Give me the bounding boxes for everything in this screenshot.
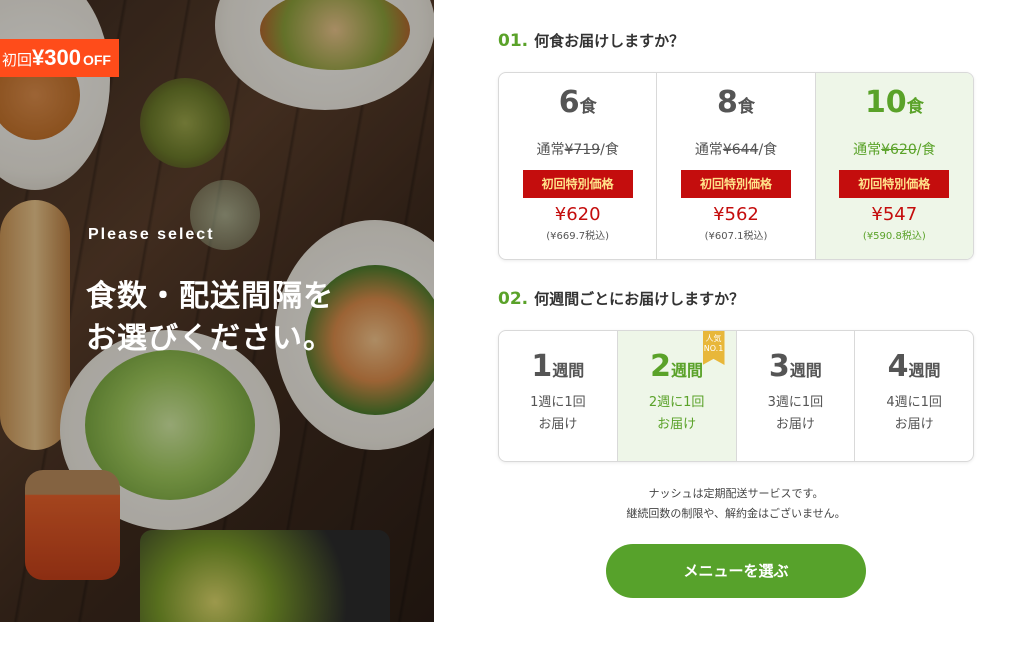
meal-count-number: 10 <box>864 85 907 120</box>
interval-option-4[interactable]: 4週間 4週に1回お届け <box>855 331 973 461</box>
week-count: 4週間 <box>855 349 973 384</box>
meal-option-10[interactable]: 10食 通常¥620/食 初回特別価格 ¥547 (¥590.8税込) <box>815 73 973 259</box>
week-description: 3週に1回お届け <box>737 392 855 436</box>
meal-price: ¥562 <box>713 204 759 225</box>
special-price-tag: 初回特別価格 <box>522 170 633 198</box>
normal-suffix: /食 <box>758 142 778 158</box>
meal-tax-price: (¥669.7税込) <box>546 231 610 242</box>
interval-option-1[interactable]: 1週間 1週に1回お届け <box>499 331 618 461</box>
choose-menu-button[interactable]: メニューを選ぶ <box>606 544 866 598</box>
subscription-note-line2: 継続回数の制限や、解約金はございません。 <box>626 507 846 520</box>
special-price-tag: 初回特別価格 <box>839 170 950 198</box>
normal-price: ¥620 <box>881 142 917 158</box>
hero-headline: 食数・配送間隔を お選びください。 <box>86 276 334 360</box>
badge-amount: ¥300 <box>32 45 81 70</box>
interval-option-3[interactable]: 3週間 3週に1回お届け <box>737 331 856 461</box>
week-count-unit: 週間 <box>552 361 585 380</box>
meal-price: ¥620 <box>554 204 601 225</box>
meal-option-6[interactable]: 6食 通常¥719/食 初回特別価格 ¥620 (¥669.7税込) <box>499 73 658 259</box>
step1-question: 何食お届けしますか？ <box>534 32 685 50</box>
normal-price-line: 通常¥620/食 <box>816 139 973 159</box>
meal-tax-price: (¥590.8税込) <box>862 231 926 242</box>
hero-photo-panel: 初回 ¥300 OFF Please select 食数・配送間隔を お選びくだ… <box>0 0 434 622</box>
normal-price: ¥719 <box>564 142 601 158</box>
special-price-tag: 初回特別価格 <box>680 170 791 198</box>
week-count-number: 3 <box>768 349 790 384</box>
week-desc-line1: 4週に1回 <box>886 395 942 410</box>
normal-prefix: 通常 <box>536 142 565 158</box>
meal-tax-price: (¥607.1税込) <box>704 231 768 242</box>
hero-headline-line1: 食数・配送間隔を <box>86 279 334 314</box>
meal-price: ¥547 <box>871 204 918 225</box>
normal-suffix: /食 <box>600 142 619 158</box>
step2-number: 02. <box>498 289 529 309</box>
week-desc-line1: 1週に1回 <box>530 395 586 410</box>
step1-number: 01. <box>498 31 529 51</box>
meal-count-number: 8 <box>717 85 738 120</box>
normal-price-line: 通常¥644/食 <box>657 139 814 159</box>
week-count-number: 2 <box>650 349 672 384</box>
popular-ribbon-line2: NO.1 <box>703 344 724 353</box>
meal-count: 6食 <box>499 85 656 125</box>
popular-ribbon-line1: 人気 <box>705 334 722 343</box>
meal-count-number: 6 <box>558 85 580 120</box>
step2-question: 何週間ごとにお届けしますか？ <box>534 290 745 308</box>
meal-count-unit: 食 <box>579 97 597 117</box>
meal-option-8[interactable]: 8食 通常¥644/食 初回特別価格 ¥562 (¥607.1税込) <box>657 73 816 259</box>
normal-prefix: 通常 <box>853 142 882 158</box>
delivery-interval-selector: 1週間 1週に1回 お届け 人気 NO.1 2週間 2週に1回 お届け 3週間 3週… <box>498 330 974 462</box>
subscription-note-line1: ナッシュは定期配送サービスです。 <box>648 487 824 500</box>
week-description: 1週に1回お届け <box>499 392 617 436</box>
week-count-number: 4 <box>887 349 909 384</box>
badge-suffix: OFF <box>82 52 111 68</box>
first-order-discount-badge: 初回 ¥300 OFF <box>0 39 119 77</box>
week-count-unit: 週間 <box>908 361 941 380</box>
week-desc-line2: お届け <box>657 417 697 432</box>
week-desc-line2: お届け <box>775 417 815 432</box>
step2-title: 02. 何週間ごとにお届けしますか？ <box>498 288 744 309</box>
week-description: 4週に1回お届け <box>855 392 973 436</box>
hero-headline-line2: お選びください。 <box>86 321 334 356</box>
week-desc-line1: 3週に1回 <box>767 395 824 410</box>
week-count-number: 1 <box>531 349 553 384</box>
meal-count: 8食 <box>657 85 814 125</box>
hero-kicker: Please select <box>88 226 215 243</box>
week-count: 3週間 <box>737 349 855 384</box>
badge-prefix: 初回 <box>2 52 33 69</box>
meal-count: 10食 <box>816 85 973 125</box>
interval-option-2[interactable]: 人気 NO.1 2週間 2週に1回お届け <box>617 331 737 461</box>
week-count-unit: 週間 <box>789 361 822 380</box>
meal-count-selector: 6食 通常¥719/食 初回特別価格 ¥620 (¥669.7税込) 8食 通常… <box>498 72 974 260</box>
week-description: 2週に1回お届け <box>618 392 736 436</box>
week-desc-line2: お届け <box>894 417 934 432</box>
week-count-unit: 週間 <box>671 361 704 380</box>
week-desc-line2: お届け <box>538 417 578 432</box>
normal-prefix: 通常 <box>694 142 723 158</box>
meal-count-unit: 食 <box>737 97 755 117</box>
normal-price: ¥644 <box>722 142 759 158</box>
normal-suffix: /食 <box>916 142 936 158</box>
normal-price-line: 通常¥719/食 <box>499 139 656 159</box>
step1-title: 01. 何食お届けしますか？ <box>498 30 684 51</box>
subscription-note: ナッシュは定期配送サービスです。 継続回数の制限や、解約金はございません。 <box>498 484 974 524</box>
week-desc-line1: 2週に1回 <box>648 395 705 410</box>
week-count: 1週間 <box>499 349 617 384</box>
meal-count-unit: 食 <box>906 97 924 117</box>
